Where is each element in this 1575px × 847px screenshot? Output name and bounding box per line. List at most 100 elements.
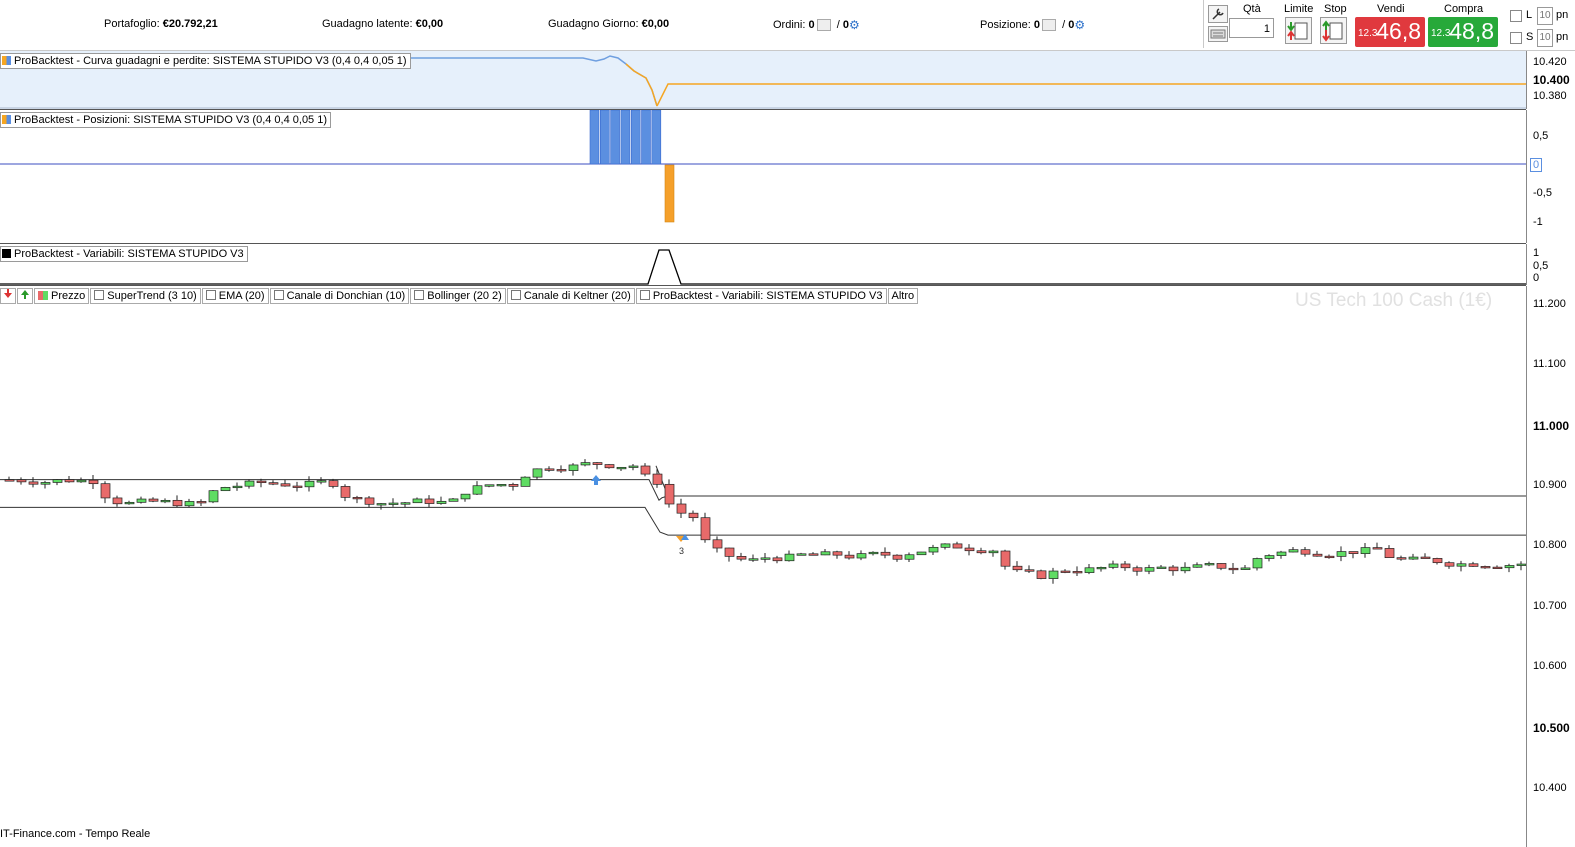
legend-item-ema[interactable]: EMA (20) [201,288,269,304]
candle-body [604,464,615,469]
daily-value: €0,00 [641,18,670,30]
buy-label: Compra [1444,3,1484,15]
candle-body [148,498,159,502]
candle-body [124,501,135,505]
candle-body [256,480,267,484]
price-chart-panel[interactable]: 3 [0,286,1526,847]
candle-body [1084,567,1095,573]
stop-checkbox[interactable] [1510,32,1522,44]
candle-body [856,553,867,559]
limit-order-icon [1287,22,1308,40]
legend-price[interactable]: Prezzo [34,288,90,304]
candle-body [892,554,903,560]
candle-body [1408,556,1419,560]
legend-item-keltner[interactable]: Canale di Keltner (20) [506,288,635,304]
limit-checkbox-label: L [1526,9,1533,21]
legend-checkbox[interactable] [414,290,425,300]
candle-body [1096,566,1107,570]
candle-body [112,497,123,505]
variables-axis: 1 0,5 0 [1526,244,1575,285]
gear-icon[interactable]: ⚙ [1074,18,1085,32]
legend-checkbox[interactable] [273,290,284,300]
candle-body [1468,563,1479,567]
candle-body [196,501,207,504]
candle-body [424,498,435,504]
candle-body [1324,555,1335,559]
candle-body [364,497,375,505]
variables-title-text: ProBacktest - Variabili: SISTEMA STUPIDO… [14,248,244,260]
limit-order-button[interactable] [1285,17,1312,44]
candle-body [4,479,15,482]
equity-title-text: ProBacktest - Curva guadagni e perdite: … [14,55,407,67]
buy-button[interactable]: 12.3 48,8 [1428,17,1498,47]
candle-body [208,490,219,503]
sell-arrow-icon[interactable] [0,288,16,304]
long-position-bar [599,110,610,165]
legend-checkbox[interactable] [205,290,216,300]
positions-panel-title[interactable]: ProBacktest - Posizioni: SISTEMA STUPIDO… [0,112,332,128]
limit-checkbox[interactable] [1510,10,1522,22]
candle-body [76,479,87,483]
equity-tick-label: 10.400 [1533,73,1570,87]
short-position-bar [664,164,675,223]
price-tick-label: 10.600 [1533,660,1567,672]
equity-panel-title[interactable]: ProBacktest - Curva guadagni e perdite: … [0,53,411,69]
wrench-icon[interactable] [1208,5,1228,23]
lower-channel-line [0,506,1526,536]
close-orders-icon[interactable] [816,19,831,31]
candle-body [280,483,291,487]
legend-item-supertrend[interactable]: SuperTrend (3 10) [90,288,201,304]
candle-body [292,485,303,488]
close-positions-icon[interactable] [1041,19,1056,31]
candle-body [1144,567,1155,572]
candle-body [436,500,447,504]
legend-checkbox[interactable] [639,290,650,300]
legend-more-button[interactable]: Altro [887,288,919,304]
price-tick-label: 10.700 [1533,600,1567,612]
positions-tick-label: -1 [1533,216,1543,228]
candle-body [52,479,63,483]
positions-tick-label: -0,5 [1533,187,1552,199]
gear-icon[interactable]: ⚙ [849,18,860,32]
buy-arrow-icon[interactable] [17,288,33,304]
candle-body [628,465,639,468]
sell-button[interactable]: 12.3 46,8 [1355,17,1425,47]
variables-panel[interactable]: ProBacktest - Variabili: SISTEMA STUPIDO… [0,244,1526,286]
candle-body [1252,558,1263,569]
positions-stat[interactable]: Posizione: 0 / 0⚙ [980,18,1085,32]
quantity-input[interactable]: 1 [1229,18,1274,38]
candlestick-chart[interactable]: 3 [0,286,1526,847]
orders-count: 0 [808,18,815,31]
candle-body [760,557,771,560]
stop-order-button[interactable] [1320,17,1347,44]
legend-item-probacktest[interactable]: ProBacktest - Variabili: SISTEMA STUPIDO… [635,288,887,304]
legend-checkbox[interactable] [510,290,521,300]
candle-body [1216,563,1227,569]
legend-item-bollinger[interactable]: Bollinger (20 2) [410,288,506,304]
variables-panel-title[interactable]: ProBacktest - Variabili: SISTEMA STUPIDO… [0,246,248,262]
candle-body [844,554,855,559]
candle-body [508,484,519,487]
legend-item-donchian[interactable]: Canale di Donchian (10) [269,288,410,304]
equity-curve-panel[interactable]: ProBacktest - Curva guadagni e perdite: … [0,51,1526,110]
data-source-footer: IT-Finance.com - Tempo Reale [0,828,151,840]
price-axis[interactable]: 11.200 11.100 11.000 10.900 10.800 10.700 10.6… [1526,286,1575,847]
limit-points-input[interactable]: 10 [1537,7,1553,25]
candle-body [172,499,183,507]
price-tick-label: 10.500 [1533,721,1570,735]
orders-stat[interactable]: Ordini: 0 / 0⚙ [773,18,860,32]
candle-body [940,543,951,548]
account-toolbar: Portafoglio: €20.792,21 Guadagno latente… [0,0,1575,51]
stop-points-input[interactable]: 10 [1537,29,1553,47]
sell-price: 46,8 [1376,18,1421,44]
positions-title-text: ProBacktest - Posizioni: SISTEMA STUPIDO… [14,114,328,126]
legend-item-label: EMA (20) [218,290,265,302]
candle-body [136,498,147,503]
candle-body [568,464,579,471]
legend-checkbox[interactable] [94,290,105,300]
positions-panel[interactable]: ProBacktest - Posizioni: SISTEMA STUPIDO… [0,110,1526,244]
legend-item-label: Canale di Keltner (20) [523,290,631,302]
candle-body [304,480,315,488]
candle-body [616,466,627,470]
keyboard-icon[interactable] [1208,26,1228,42]
